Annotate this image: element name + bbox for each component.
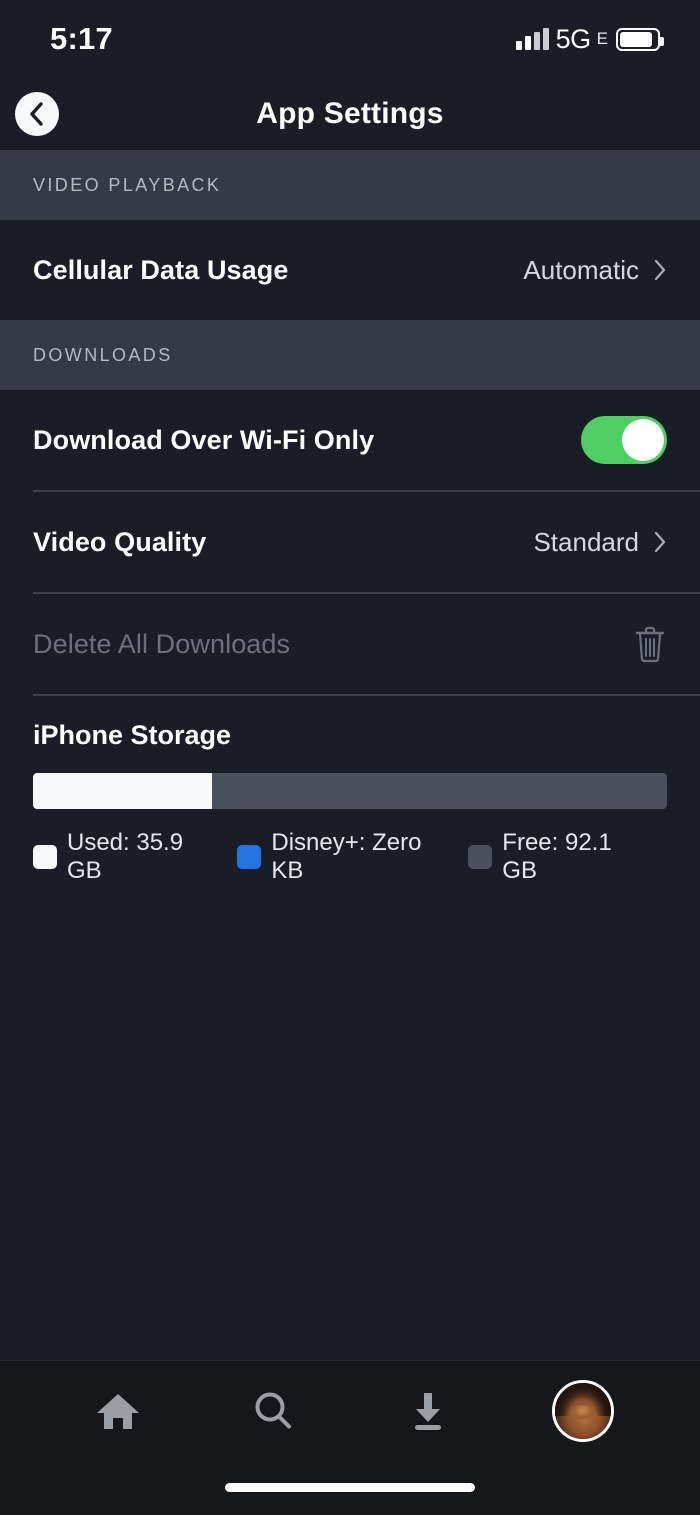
section-header-video-playback: VIDEO PLAYBACK bbox=[0, 150, 700, 220]
profile-avatar bbox=[551, 1379, 614, 1442]
section-header-downloads: DOWNLOADS bbox=[0, 320, 700, 390]
section-video-playback: Cellular Data Usage Automatic bbox=[0, 220, 700, 320]
back-button[interactable] bbox=[15, 92, 59, 136]
legend-label: Used: 35.9 GB bbox=[67, 829, 184, 884]
storage-segment-used bbox=[33, 773, 212, 809]
battery-icon bbox=[616, 27, 664, 51]
home-indicator-area bbox=[0, 1460, 700, 1515]
legend-label: Disney+: Zero KB bbox=[271, 829, 422, 884]
status-bar-indicators: 5G E bbox=[515, 23, 664, 55]
storage-bar bbox=[33, 773, 667, 809]
row-download-over-wifi-only[interactable]: Download Over Wi-Fi Only bbox=[0, 390, 700, 490]
row-value: Automatic bbox=[523, 254, 639, 285]
status-bar: 5:17 5G E bbox=[0, 0, 700, 78]
legend-item-app: Disney+: Zero KB bbox=[237, 829, 426, 885]
section-downloads: Download Over Wi-Fi Only Video Quality S… bbox=[0, 390, 700, 696]
chevron-left-icon bbox=[30, 102, 43, 126]
legend-item-free: Free: 92.1 GB bbox=[468, 829, 625, 885]
navigation-bar: App Settings bbox=[0, 78, 700, 150]
iphone-storage-section: iPhone Storage Used: 35.9 GB Disney+: Ze… bbox=[0, 696, 700, 885]
network-type-label: 5G bbox=[555, 23, 592, 54]
cellular-signal-icon bbox=[515, 28, 549, 50]
row-accessory: Standard bbox=[533, 527, 667, 558]
network-suffix-label: E bbox=[596, 29, 608, 48]
row-label: Delete All Downloads bbox=[33, 628, 291, 659]
wifi-only-toggle[interactable] bbox=[581, 416, 667, 464]
home-indicator bbox=[225, 1483, 475, 1492]
storage-legend: Used: 35.9 GB Disney+: Zero KB Free: 92.… bbox=[33, 829, 667, 885]
chevron-right-icon bbox=[654, 259, 666, 281]
chevron-right-icon bbox=[654, 531, 666, 553]
row-video-quality[interactable]: Video Quality Standard bbox=[0, 492, 700, 592]
tab-search[interactable] bbox=[228, 1376, 318, 1446]
row-delete-all-downloads[interactable]: Delete All Downloads bbox=[0, 594, 700, 694]
section-header-label: VIDEO PLAYBACK bbox=[33, 174, 222, 195]
bottom-tab-bar bbox=[0, 1360, 700, 1460]
legend-item-used: Used: 35.9 GB bbox=[33, 829, 195, 885]
app-settings-screen: 5:17 5G E App Settings VIDEO PLAYBACK Ce… bbox=[0, 0, 700, 1515]
home-icon bbox=[96, 1393, 139, 1429]
row-label: Video Quality bbox=[33, 526, 207, 557]
toggle-knob bbox=[622, 419, 664, 461]
section-header-label: DOWNLOADS bbox=[33, 344, 173, 365]
tab-home[interactable] bbox=[73, 1376, 163, 1446]
row-value: Standard bbox=[533, 526, 639, 557]
download-icon bbox=[414, 1392, 441, 1430]
avatar-image bbox=[554, 1382, 611, 1439]
legend-swatch-free bbox=[468, 845, 493, 869]
trash-icon[interactable] bbox=[633, 625, 667, 663]
row-label: Cellular Data Usage bbox=[33, 254, 289, 285]
status-bar-time: 5:17 bbox=[50, 21, 113, 56]
search-icon bbox=[255, 1392, 291, 1428]
content-spacer bbox=[0, 885, 700, 1360]
legend-label: Free: 92.1 GB bbox=[502, 829, 612, 884]
storage-title: iPhone Storage bbox=[33, 720, 232, 750]
legend-swatch-app bbox=[237, 845, 262, 869]
legend-swatch-used bbox=[33, 845, 57, 869]
tab-profile[interactable] bbox=[538, 1376, 628, 1446]
page-title: App Settings bbox=[256, 97, 444, 130]
tab-downloads[interactable] bbox=[383, 1376, 473, 1446]
row-accessory: Automatic bbox=[523, 255, 667, 286]
row-cellular-data-usage[interactable]: Cellular Data Usage Automatic bbox=[0, 220, 700, 320]
row-label: Download Over Wi-Fi Only bbox=[33, 424, 375, 455]
